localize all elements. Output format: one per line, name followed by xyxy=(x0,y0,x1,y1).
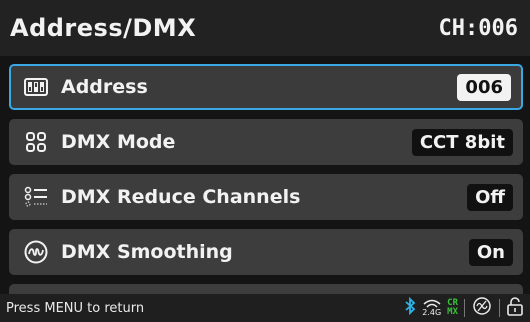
title-bar: Address/DMX CH:006 xyxy=(0,0,530,56)
dip-switch-icon xyxy=(23,74,49,100)
bluetooth-icon xyxy=(404,296,416,319)
status-divider xyxy=(499,299,500,317)
crmx-bottom: MX xyxy=(447,307,458,317)
crmx-icon: CR MX xyxy=(447,299,458,317)
list-icon xyxy=(23,184,49,210)
menu-item-dmx-reduce-channels[interactable]: DMX Reduce Channels Off xyxy=(9,174,523,220)
wifi-icon: 2.4G xyxy=(422,299,441,317)
wifi-band-label: 2.4G xyxy=(422,308,442,317)
menu-item-label: DMX Smoothing xyxy=(61,241,233,263)
dmx-mode-value: CCT 8bit xyxy=(411,128,513,156)
status-divider xyxy=(464,299,465,317)
grid-icon xyxy=(23,129,49,155)
dmx-smoothing-value: On xyxy=(468,238,513,266)
status-bar: Press MENU to return 2.4G CR MX xyxy=(0,294,530,322)
channel-indicator: CH:006 xyxy=(438,15,518,41)
page-title: Address/DMX xyxy=(10,14,197,42)
dmx-reduce-value: Off xyxy=(467,183,513,211)
dmx-signal-icon xyxy=(471,296,493,320)
menu-item-dmx-smoothing[interactable]: DMX Smoothing On xyxy=(9,229,523,275)
menu-item-label: Address xyxy=(61,76,148,98)
menu-item-address[interactable]: Address 006 xyxy=(9,64,523,110)
wave-icon xyxy=(23,239,49,265)
status-icons: 2.4G CR MX xyxy=(404,296,524,320)
menu-item-label: DMX Reduce Channels xyxy=(61,186,301,208)
return-hint: Press MENU to return xyxy=(6,300,145,316)
lock-icon xyxy=(506,296,524,320)
menu-item-label: DMX Mode xyxy=(61,131,176,153)
menu-item-dmx-mode[interactable]: DMX Mode CCT 8bit xyxy=(9,119,523,165)
address-value: 006 xyxy=(457,73,511,101)
menu-list: Address 006 DMX Mode CCT 8bit DMX Reduce… xyxy=(9,64,523,304)
